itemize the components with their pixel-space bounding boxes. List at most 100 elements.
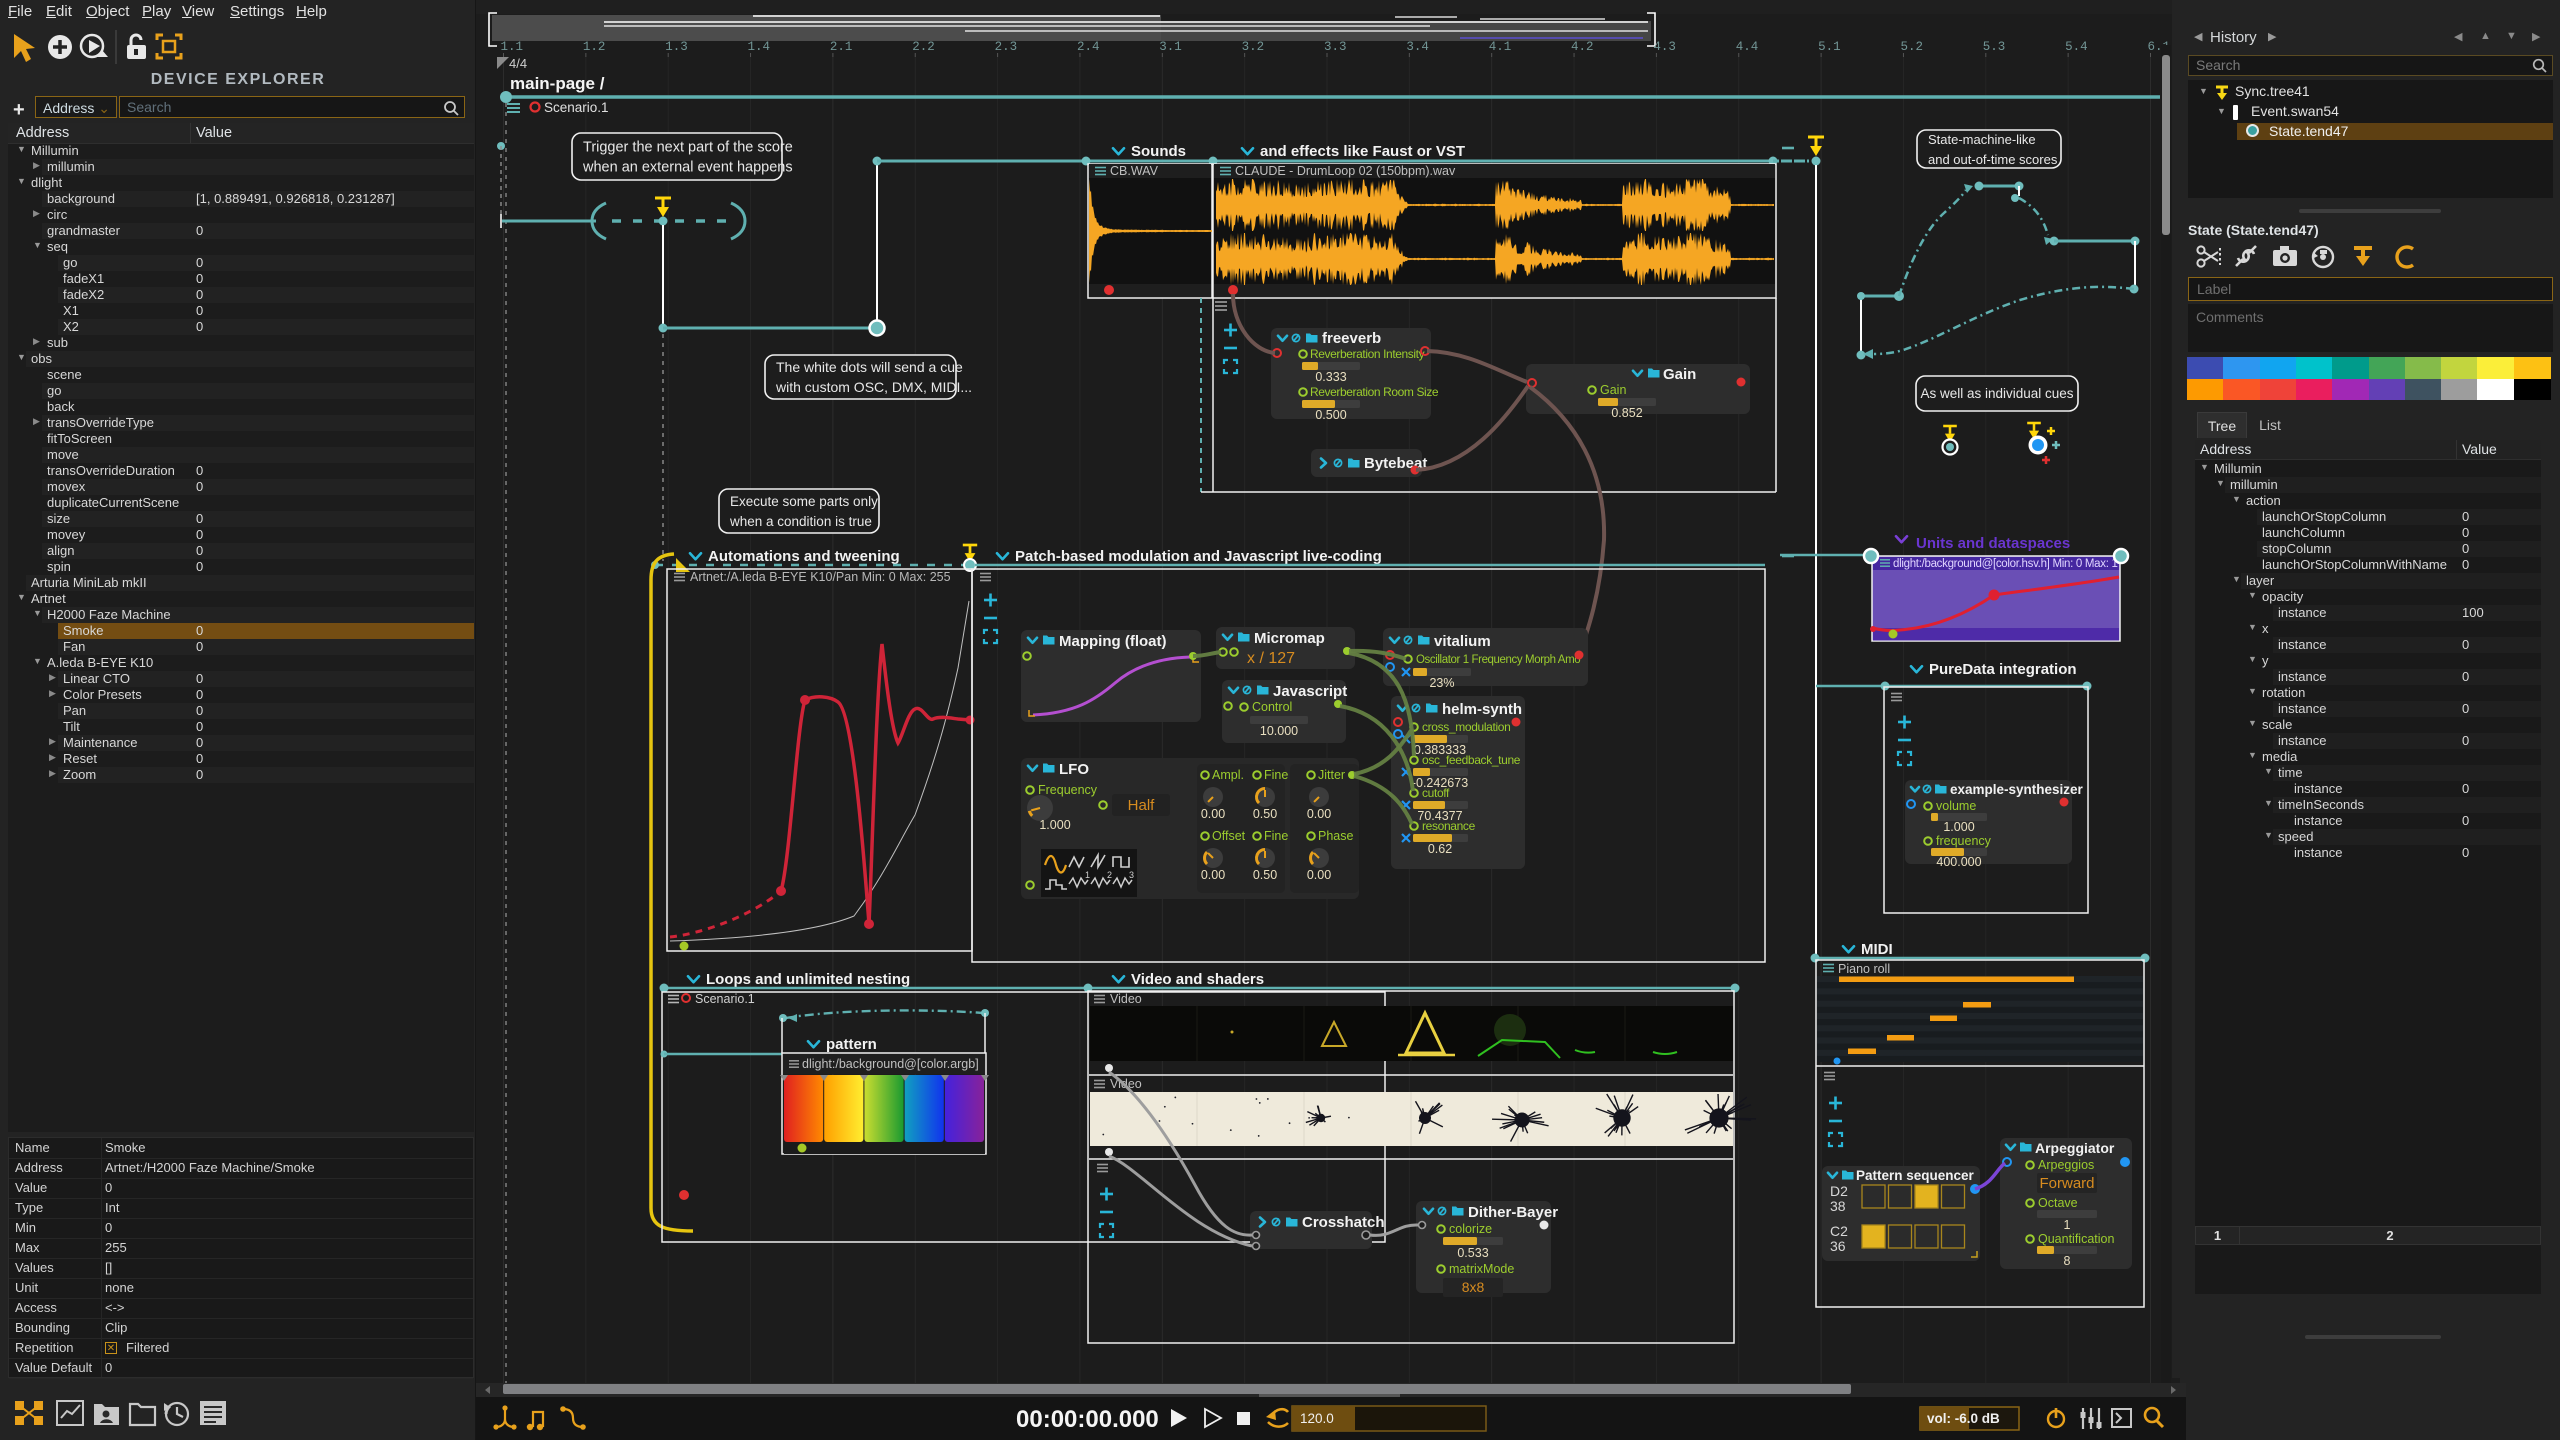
svg-text:The white dots will send a cue: The white dots will send a cue	[776, 359, 963, 375]
svg-text:4.3: 4.3	[1653, 40, 1676, 54]
svg-text:5.4: 5.4	[2065, 40, 2088, 54]
svg-text:0.00: 0.00	[1307, 807, 1331, 821]
svg-text:Execute some parts only: Execute some parts only	[730, 494, 878, 509]
svg-text:CB.WAV: CB.WAV	[1110, 164, 1159, 178]
svg-text:Forward: Forward	[2039, 1175, 2094, 1192]
svg-text:0.333: 0.333	[1315, 370, 1346, 384]
svg-text:Trigger the next part of the s: Trigger the next part of the score	[583, 140, 793, 156]
svg-text:Fine: Fine	[1264, 829, 1288, 843]
svg-text:0.50: 0.50	[1253, 868, 1277, 882]
svg-text:Units and dataspaces: Units and dataspaces	[1916, 535, 2070, 552]
svg-text:volume: volume	[1936, 799, 1976, 813]
svg-text:main-page /: main-page /	[510, 74, 605, 93]
svg-text:resonance: resonance	[1422, 819, 1476, 833]
svg-text:Half: Half	[1128, 797, 1156, 814]
svg-text:1.2: 1.2	[583, 40, 606, 54]
svg-text:dlight:/background@[color.argb: dlight:/background@[color.argb]	[802, 1057, 979, 1071]
svg-text:Oscillator 1 Frequency Morph A: Oscillator 1 Frequency Morph Amo	[1416, 654, 1580, 666]
svg-text:2: 2	[1107, 870, 1112, 880]
svg-text:3.2: 3.2	[1242, 40, 1265, 54]
svg-text:colorize: colorize	[1449, 1222, 1492, 1236]
svg-text:vol: -6.0 dB: vol: -6.0 dB	[1927, 1411, 2000, 1426]
svg-text:Reverberation Intensity: Reverberation Intensity	[1310, 347, 1425, 361]
svg-text:LFO: LFO	[1059, 761, 1089, 778]
svg-text:0.00: 0.00	[1201, 807, 1225, 821]
svg-text:Crosshatch: Crosshatch	[1302, 1214, 1385, 1231]
svg-text:with custom OSC, DMX, MIDI...: with custom OSC, DMX, MIDI...	[775, 379, 972, 395]
svg-text:8x8: 8x8	[1462, 1279, 1485, 1295]
svg-text:3: 3	[1129, 870, 1134, 880]
svg-text:Loops and unlimited nesting: Loops and unlimited nesting	[706, 971, 910, 988]
svg-text:4.1: 4.1	[1489, 40, 1512, 54]
svg-text:Gain: Gain	[1663, 366, 1696, 383]
svg-text:cutoff: cutoff	[1422, 786, 1450, 800]
svg-text:when a condition is true: when a condition is true	[729, 514, 872, 529]
svg-text:1.4: 1.4	[748, 40, 771, 54]
svg-text:Video: Video	[1110, 1077, 1142, 1091]
svg-text:Scenario.1: Scenario.1	[695, 992, 755, 1006]
svg-text:Fine: Fine	[1264, 768, 1288, 782]
svg-text:Scenario.1: Scenario.1	[544, 100, 609, 115]
svg-text:Phase: Phase	[1318, 829, 1353, 843]
svg-text:Automations and tweening: Automations and tweening	[708, 548, 900, 565]
svg-text:3.4: 3.4	[1406, 40, 1429, 54]
svg-text:helm-synth: helm-synth	[1442, 701, 1522, 718]
svg-text:Ampl.: Ampl.	[1212, 768, 1244, 782]
svg-text:Arpeggiator: Arpeggiator	[2035, 1140, 2115, 1156]
svg-text:Arpeggios: Arpeggios	[2038, 1158, 2094, 1172]
svg-text:Reverberation Room Size: Reverberation Room Size	[1310, 385, 1439, 399]
svg-text:1.1: 1.1	[501, 40, 524, 54]
svg-text:PureData integration: PureData integration	[1929, 661, 2077, 678]
svg-text:Sounds: Sounds	[1131, 143, 1186, 160]
svg-text:Pattern sequencer: Pattern sequencer	[1856, 1168, 1975, 1183]
svg-text:2.2: 2.2	[912, 40, 935, 54]
svg-text:0.50: 0.50	[1253, 807, 1277, 821]
svg-text:1.3: 1.3	[665, 40, 688, 54]
svg-text:frequency: frequency	[1936, 834, 1992, 848]
svg-text:State-machine-like: State-machine-like	[1928, 132, 2036, 147]
svg-text:38: 38	[1830, 1198, 1846, 1214]
svg-text:8: 8	[2064, 1254, 2071, 1268]
svg-text:C2: C2	[1830, 1223, 1848, 1239]
svg-text:1.000: 1.000	[1943, 820, 1974, 834]
svg-text:CLAUDE - DrumLoop 02 (150bpm).: CLAUDE - DrumLoop 02 (150bpm).wav	[1235, 164, 1456, 178]
svg-text:vitalium: vitalium	[1434, 633, 1491, 650]
svg-text:400.000: 400.000	[1936, 855, 1981, 869]
svg-text:Octave: Octave	[2038, 1196, 2078, 1210]
svg-text:0.500: 0.500	[1315, 408, 1346, 422]
svg-text:cross_modulation: cross_modulation	[1422, 720, 1510, 734]
svg-text:23%: 23%	[1429, 676, 1454, 690]
svg-text:D2: D2	[1830, 1183, 1848, 1199]
svg-text:0.62: 0.62	[1428, 842, 1452, 856]
svg-text:Patch-based modulation and Jav: Patch-based modulation and Javascript li…	[1015, 548, 1382, 565]
svg-text:3.1: 3.1	[1159, 40, 1182, 54]
svg-text:00:00:00.000: 00:00:00.000	[1016, 1406, 1159, 1433]
svg-text:4.4: 4.4	[1736, 40, 1759, 54]
svg-text:1: 1	[2064, 1218, 2071, 1232]
svg-text:Dither-Bayer: Dither-Bayer	[1468, 1204, 1558, 1221]
svg-text:Video: Video	[1110, 992, 1142, 1006]
svg-text:0.00: 0.00	[1307, 868, 1331, 882]
svg-text:2.1: 2.1	[830, 40, 853, 54]
svg-text:Artnet:/A.leda B-EYE K10/Pan: Artnet:/A.leda B-EYE K10/Pan Min: 0 Max:…	[690, 570, 951, 584]
svg-text:120.0: 120.0	[1300, 1411, 1334, 1426]
svg-text:example-synthesizer: example-synthesizer	[1950, 782, 2084, 797]
svg-text:x / 127: x / 127	[1247, 650, 1295, 667]
svg-text:Quantification: Quantification	[2038, 1232, 2114, 1246]
svg-text:As well as individual cues: As well as individual cues	[1920, 386, 2073, 401]
svg-text:dlight:/background@[color.hsv.: dlight:/background@[color.hsv.h] Min: 0 …	[1893, 558, 2118, 570]
svg-text:10.000: 10.000	[1260, 724, 1298, 738]
svg-text:5.2: 5.2	[1900, 40, 1923, 54]
svg-text:Javascript: Javascript	[1273, 683, 1347, 700]
svg-text:Control: Control	[1252, 700, 1292, 714]
svg-text:Offset: Offset	[1212, 829, 1246, 843]
svg-text:4/4: 4/4	[509, 56, 527, 71]
svg-text:Gain: Gain	[1600, 383, 1626, 397]
svg-text:Video and shaders: Video and shaders	[1131, 971, 1264, 988]
svg-text:36: 36	[1830, 1238, 1846, 1254]
svg-text:1: 1	[1085, 870, 1090, 880]
svg-text:2.4: 2.4	[1077, 40, 1100, 54]
svg-text:and effects like Faust or VST: and effects like Faust or VST	[1260, 143, 1465, 160]
svg-text:5.3: 5.3	[1983, 40, 2006, 54]
svg-text:when an external event happens: when an external event happens	[582, 160, 793, 176]
